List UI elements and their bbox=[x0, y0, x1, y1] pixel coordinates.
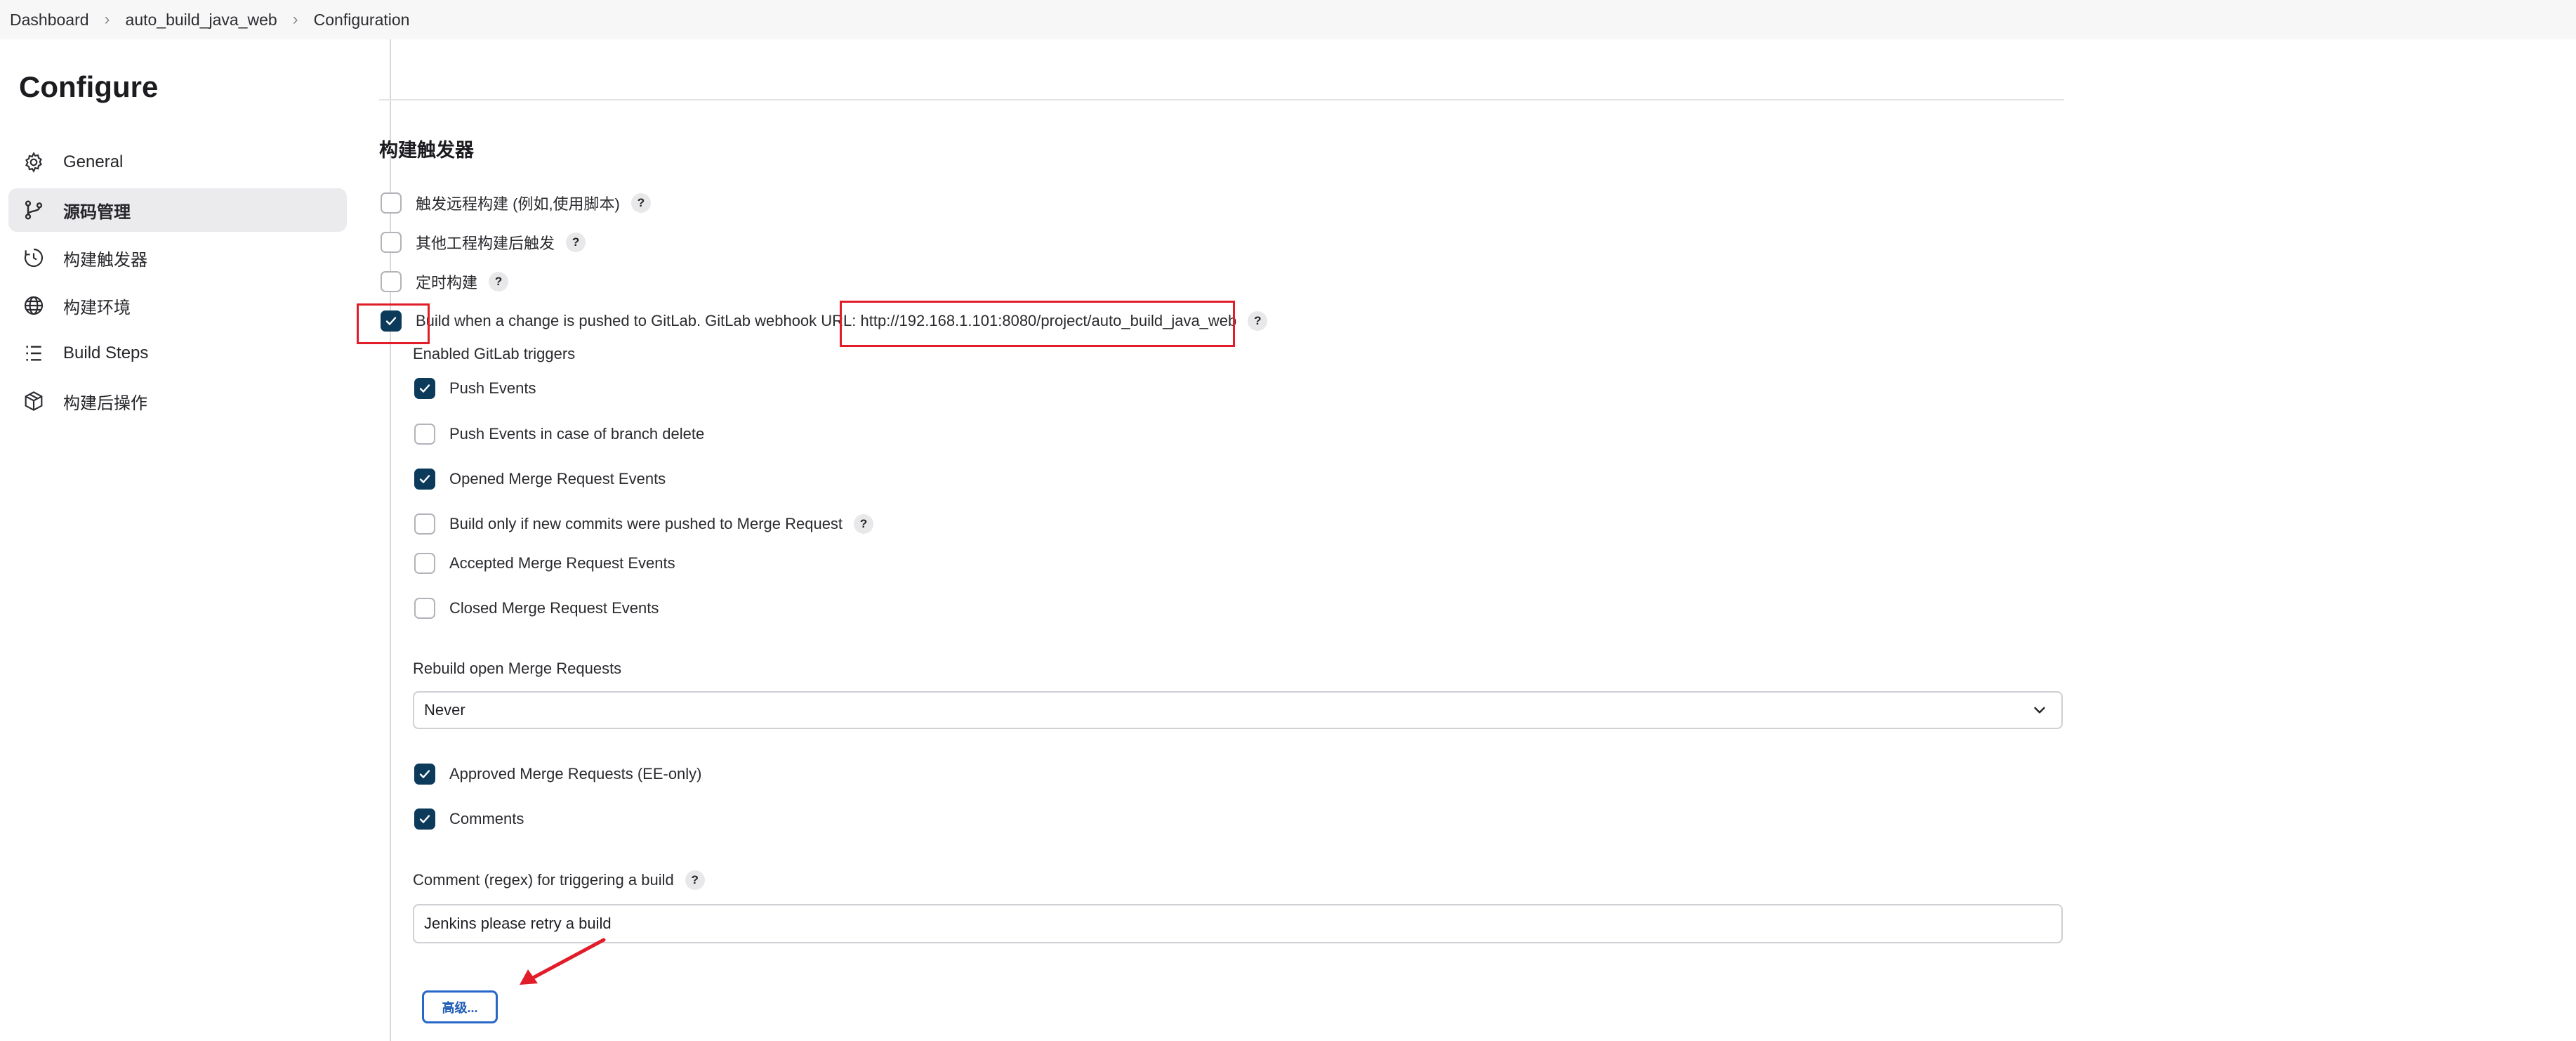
check-icon bbox=[419, 770, 430, 778]
globe-icon bbox=[22, 294, 45, 317]
clock-icon bbox=[22, 247, 45, 269]
periodic-build-label: 定时构建 bbox=[416, 274, 478, 292]
branch-icon bbox=[22, 199, 45, 221]
option-remote-build: 触发远程构建 (例如,使用脚本) ? bbox=[381, 192, 651, 214]
help-icon[interactable]: ? bbox=[630, 193, 651, 213]
push-events-branch-delete-checkbox[interactable] bbox=[414, 424, 435, 445]
sidebar-item-general[interactable]: General bbox=[8, 140, 347, 184]
annotation-highlight-webhook-url bbox=[840, 301, 1235, 347]
rebuild-open-mr-select[interactable]: Never bbox=[413, 691, 2063, 729]
chevron-down-icon bbox=[2034, 707, 2045, 714]
sidebar-item-build-steps[interactable]: Build Steps bbox=[8, 332, 347, 375]
comment-regex-label: Comment (regex) for triggering a build bbox=[413, 871, 674, 889]
opened-mr-events-label: Opened Merge Request Events bbox=[449, 470, 666, 487]
opened-mr-events-checkbox[interactable] bbox=[414, 469, 435, 490]
breadcrumb-project[interactable]: auto_build_java_web bbox=[126, 11, 277, 30]
gitlab-trigger-row: Push Events in case of branch delete bbox=[414, 424, 704, 445]
gitlab-trigger-row: Build only if new commits were pushed to… bbox=[414, 513, 874, 535]
approved-mr-checkbox[interactable] bbox=[414, 764, 435, 785]
help-icon[interactable]: ? bbox=[685, 870, 705, 890]
sidebar-item-label: Build Steps bbox=[63, 343, 149, 362]
gitlab-trigger-row: Push Events bbox=[414, 378, 536, 399]
after-other-projects-checkbox[interactable] bbox=[381, 232, 402, 253]
check-icon bbox=[419, 815, 430, 823]
help-icon[interactable]: ? bbox=[566, 233, 586, 252]
comments-checkbox[interactable] bbox=[414, 808, 435, 830]
gitlab-push-label: Build when a change is pushed to GitLab.… bbox=[416, 312, 861, 329]
breadcrumb-separator-icon: › bbox=[292, 10, 298, 29]
sidebar-item-label: 构建触发器 bbox=[63, 250, 147, 270]
remote-build-checkbox[interactable] bbox=[381, 192, 402, 214]
gitlab-trigger-row: Closed Merge Request Events bbox=[414, 598, 659, 619]
sidebar-item-label: 构建后操作 bbox=[63, 393, 147, 413]
sidebar-item-build-triggers[interactable]: 构建触发器 bbox=[8, 236, 347, 280]
option-periodic-build: 定时构建 ? bbox=[381, 271, 509, 292]
gitlab-trigger-row: Accepted Merge Request Events bbox=[414, 553, 675, 574]
remote-build-label: 触发远程构建 (例如,使用脚本) bbox=[416, 195, 620, 213]
comments-row: Comments bbox=[414, 808, 524, 830]
build-only-new-commits-label: Build only if new commits were pushed to… bbox=[449, 515, 843, 532]
sidebar-item-label: 构建环境 bbox=[63, 298, 131, 317]
enabled-gitlab-triggers-label: Enabled GitLab triggers bbox=[413, 345, 576, 362]
annotation-arrow-icon bbox=[520, 938, 606, 985]
after-other-projects-label: 其他工程构建后触发 bbox=[416, 235, 555, 252]
sidebar-item-source-code[interactable]: 源码管理 bbox=[8, 188, 347, 232]
gitlab-trigger-row: Opened Merge Request Events bbox=[414, 469, 666, 490]
section-title-build-triggers: 构建触发器 bbox=[379, 140, 474, 161]
option-after-other-projects: 其他工程构建后触发 ? bbox=[381, 232, 586, 253]
page-title: Configure bbox=[19, 70, 159, 103]
annotation-highlight-checkbox bbox=[357, 303, 430, 344]
help-icon[interactable]: ? bbox=[489, 272, 509, 292]
section-divider bbox=[379, 99, 2064, 100]
push-events-checkbox[interactable] bbox=[414, 378, 435, 399]
sidebar-item-post-build[interactable]: 构建后操作 bbox=[8, 379, 347, 423]
breadcrumb-separator-icon: › bbox=[104, 10, 110, 29]
approved-mr-row: Approved Merge Requests (EE-only) bbox=[414, 764, 702, 785]
comment-regex-input[interactable] bbox=[413, 904, 2063, 943]
advanced-button[interactable]: 高级... bbox=[422, 990, 498, 1023]
section-divider-vertical bbox=[390, 39, 391, 1041]
closed-mr-events-checkbox[interactable] bbox=[414, 598, 435, 619]
check-icon bbox=[419, 475, 430, 483]
closed-mr-events-label: Closed Merge Request Events bbox=[449, 599, 659, 617]
accepted-mr-events-label: Accepted Merge Request Events bbox=[449, 554, 675, 572]
push-events-label: Push Events bbox=[449, 379, 536, 397]
help-icon[interactable]: ? bbox=[854, 514, 874, 534]
package-icon bbox=[22, 390, 45, 412]
check-icon bbox=[419, 384, 430, 393]
sidebar-item-build-environment[interactable]: 构建环境 bbox=[8, 284, 347, 327]
sidebar-item-label: General bbox=[63, 152, 124, 171]
comment-regex-label-row: Comment (regex) for triggering a build ? bbox=[413, 870, 705, 891]
accepted-mr-events-checkbox[interactable] bbox=[414, 553, 435, 574]
list-icon bbox=[22, 342, 45, 365]
periodic-build-checkbox[interactable] bbox=[381, 271, 402, 292]
sidebar-item-label: 源码管理 bbox=[63, 202, 131, 222]
breadcrumb-bar: Dashboard › auto_build_java_web › Config… bbox=[0, 0, 2576, 39]
rebuild-open-mr-label: Rebuild open Merge Requests bbox=[413, 660, 622, 677]
sidebar-nav: General 源码管理 构建触发器 构建环境 Build Steps 构建后操… bbox=[8, 140, 347, 427]
build-only-new-commits-checkbox[interactable] bbox=[414, 513, 435, 535]
breadcrumb-dashboard[interactable]: Dashboard bbox=[10, 11, 89, 30]
push-events-branch-delete-label: Push Events in case of branch delete bbox=[449, 425, 705, 443]
approved-mr-label: Approved Merge Requests (EE-only) bbox=[449, 765, 702, 783]
comments-label: Comments bbox=[449, 810, 524, 827]
breadcrumb-configuration[interactable]: Configuration bbox=[314, 11, 410, 30]
rebuild-open-mr-value: Never bbox=[424, 701, 465, 719]
help-icon[interactable]: ? bbox=[1248, 311, 1268, 331]
gear-icon bbox=[22, 151, 45, 174]
